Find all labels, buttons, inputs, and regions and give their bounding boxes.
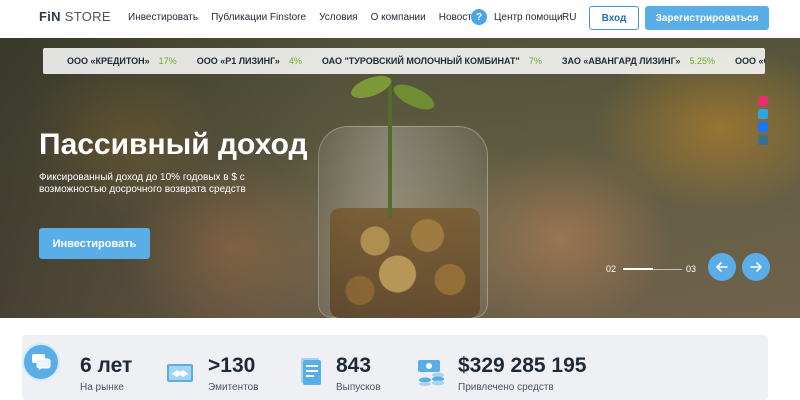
- ticker-issuer: ООО «КРЕДИТОН»: [67, 56, 150, 66]
- money-icon: [418, 360, 444, 386]
- ticker-rate: 5.25%: [689, 56, 715, 66]
- invest-button[interactable]: Инвестировать: [39, 228, 150, 259]
- ticker-issuer: ОАО "ТУРОВСКИЙ МОЛОЧНЫЙ КОМБИНАТ": [321, 56, 520, 66]
- ticker-item[interactable]: ООО «Р1 ЛИЗИНГ» 4%: [197, 56, 302, 66]
- nav-invest[interactable]: Инвестировать: [128, 12, 198, 23]
- help-center-link[interactable]: ? Центр помощи: [471, 9, 563, 25]
- stat-value: 843: [336, 354, 372, 377]
- register-button[interactable]: Зарегистрироваться: [645, 6, 769, 30]
- question-icon: ?: [471, 9, 487, 25]
- nav-publications[interactable]: Публикации Finstore: [211, 12, 306, 23]
- hero-banner: ООО «КРЕДИТОН» 17% ООО «Р1 ЛИЗИНГ» 4% ОА…: [0, 38, 800, 318]
- language-switcher[interactable]: RU: [562, 12, 576, 23]
- ticker-rate: 17%: [158, 56, 177, 66]
- stat-value: 6 лет: [80, 354, 133, 377]
- logo-mark: FiN: [39, 9, 61, 24]
- logo[interactable]: FiN STORE: [39, 9, 111, 24]
- ticker-item[interactable]: ОАО "ТУРОВСКИЙ МОЛОЧНЫЙ КОМБИНАТ" 7%: [322, 56, 542, 66]
- hero-subtitle: Фиксированный доход до 10% годовых в $ с…: [39, 172, 246, 195]
- ticker-rate: 4%: [288, 56, 302, 66]
- slide-total: 03: [686, 264, 697, 274]
- ticker-issuer: ООО «Р1 ЛИЗИНГ»: [196, 56, 280, 66]
- logo-text: STORE: [64, 9, 111, 24]
- instagram-icon[interactable]: [758, 96, 768, 106]
- stat-label: На рынке: [80, 382, 124, 393]
- handshake-icon: [167, 364, 193, 382]
- ticker-item[interactable]: ООО «КРЕДИТОН» 17%: [67, 56, 177, 66]
- nav-terms[interactable]: Условия: [319, 12, 358, 23]
- facebook-icon[interactable]: [758, 122, 768, 132]
- ticker-item[interactable]: ЗАО «АВАНГАРД ЛИЗИНГ» 5.25%: [562, 56, 715, 66]
- main-nav: Инвестировать Публикации Finstore Услови…: [128, 12, 490, 23]
- arrow-right-icon: [750, 262, 762, 272]
- slider-prev-button[interactable]: [708, 253, 736, 281]
- stat-issuers: >130 Эмитентов: [208, 354, 259, 394]
- help-center-label: Центр помощи: [494, 11, 563, 23]
- slider-next-button[interactable]: [742, 253, 770, 281]
- stat-label: Привлечено средств: [458, 382, 554, 393]
- nav-about[interactable]: О компании: [371, 12, 426, 23]
- hero-title: Пассивный доход: [39, 128, 308, 161]
- arrow-left-icon: [716, 262, 728, 272]
- document-icon: [301, 358, 321, 385]
- ticker-rate: 7%: [528, 56, 542, 66]
- ticker-item[interactable]: ООО «СТАТУ: [735, 56, 765, 66]
- chat-widget-button[interactable]: [22, 343, 60, 381]
- stat-label: Эмитентов: [208, 382, 259, 393]
- ticker-issuer: ЗАО «АВАНГАРД ЛИЗИНГ»: [561, 56, 681, 66]
- login-button[interactable]: Вход: [589, 6, 639, 30]
- stat-years: 6 лет На рынке: [80, 354, 133, 394]
- stat-value: >130: [208, 354, 256, 377]
- chat-bubble-icon: [32, 354, 51, 371]
- slide-current: 02: [606, 264, 617, 274]
- stat-releases: 843 Выпусков: [336, 354, 381, 394]
- stat-value: $329 285 195: [458, 354, 587, 377]
- stat-raised: $329 285 195 Привлечено средств: [458, 354, 587, 394]
- ticker-strip: ООО «КРЕДИТОН» 17% ООО «Р1 ЛИЗИНГ» 4% ОА…: [43, 48, 765, 74]
- site-header: FiN STORE Инвестировать Публикации Finst…: [0, 0, 800, 38]
- telegram-icon[interactable]: [758, 109, 768, 119]
- stat-label: Выпусков: [336, 382, 381, 393]
- social-links: [758, 96, 770, 145]
- ticker-issuer: ООО «СТАТУ: [734, 56, 765, 66]
- odnoklassniki-icon[interactable]: [758, 135, 768, 145]
- stats-bar: [22, 335, 768, 400]
- slide-progress: [623, 268, 682, 270]
- slide-progress-fill: [623, 268, 653, 270]
